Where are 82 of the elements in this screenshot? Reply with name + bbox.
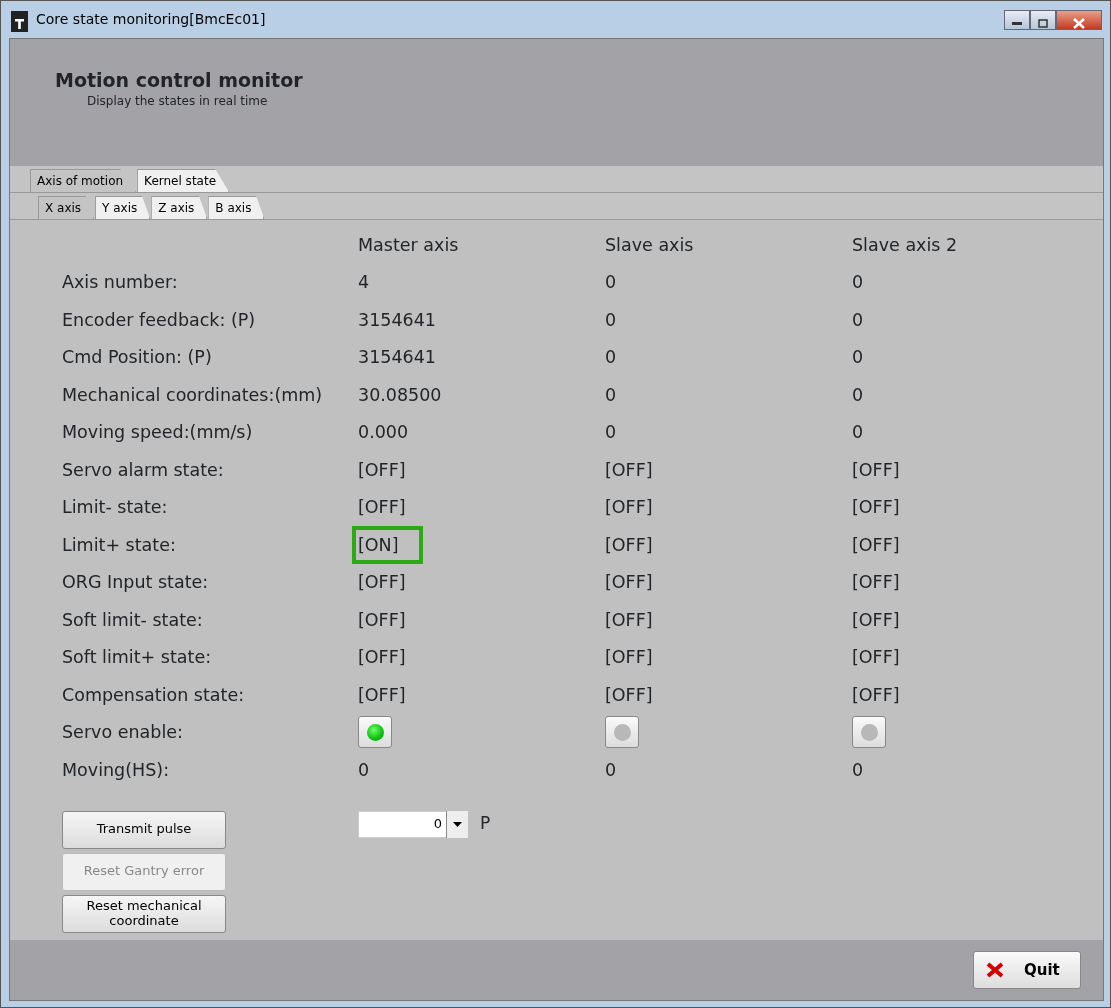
tab[interactable]: Y axis [95, 196, 151, 219]
row-label: Compensation state: [62, 683, 245, 707]
tab[interactable]: Z axis [151, 196, 208, 219]
value-text: 0 [604, 421, 618, 445]
tab[interactable]: Axis of motion [30, 169, 137, 192]
header-title: Motion control monitor [55, 69, 304, 92]
row-label: Cmd Position: (P) [62, 346, 212, 370]
maximize-button[interactable] [1030, 9, 1056, 30]
value-text: 0 [851, 346, 865, 370]
tab[interactable]: Kernel state [137, 169, 230, 192]
action-button[interactable]: Transmit pulse [62, 810, 226, 849]
value-text: [OFF] [604, 496, 654, 520]
tab[interactable]: X axis [38, 196, 95, 219]
row-label: Limit+ state: [62, 533, 176, 557]
value-text: [OFF] [604, 458, 654, 482]
value-text: [OFF] [604, 683, 654, 707]
value-text: 0 [604, 758, 618, 782]
value-text: [OFF] [851, 683, 901, 707]
header-subtitle: Display the states in real time [86, 92, 269, 110]
maximize-icon [1038, 18, 1048, 28]
row-label: Encoder feedback: (P) [62, 308, 256, 332]
close-button[interactable] [1056, 9, 1102, 30]
value-text: [OFF] [604, 646, 654, 670]
value-text: [OFF] [357, 608, 407, 632]
value-text: [OFF] [357, 683, 407, 707]
column-header: Slave axis [605, 233, 694, 257]
minimize-icon [1012, 21, 1022, 25]
cross-icon [986, 962, 1004, 978]
value-text: [OFF] [851, 533, 901, 557]
indicator-button[interactable] [605, 716, 639, 749]
value-text: 3154641 [357, 346, 437, 370]
indicator-button[interactable] [358, 716, 392, 749]
unit-label: P [480, 812, 491, 836]
tab[interactable]: B axis [208, 196, 265, 219]
value-text: [OFF] [357, 458, 407, 482]
value-text: 0.000 [357, 421, 410, 445]
value-text: 0 [604, 271, 618, 295]
value-text: 0 [851, 308, 865, 332]
value-text: [OFF] [604, 571, 654, 595]
quit-button[interactable]: Quit [973, 951, 1081, 989]
value-text: 0 [604, 383, 618, 407]
input-field[interactable]: 0 [358, 810, 446, 838]
value-text: 0 [851, 383, 865, 407]
value-text: 0 [357, 758, 371, 782]
value-text: 0 [851, 421, 865, 445]
value-text: 0 [851, 271, 865, 295]
row-label: Moving speed:(mm/s) [62, 421, 253, 445]
minimize-button[interactable] [1004, 9, 1030, 30]
value-text: 0 [604, 346, 618, 370]
value-text: [OFF] [357, 646, 407, 670]
action-button[interactable]: Reset mechanical coordinate [62, 894, 226, 933]
column-header: Slave axis 2 [852, 233, 958, 257]
value-text: [OFF] [604, 533, 654, 557]
row-label: Moving(HS): [62, 758, 170, 782]
close-icon [1073, 17, 1085, 29]
value-text: 4 [357, 271, 371, 295]
value-text: [OFF] [604, 608, 654, 632]
value-text: [OFF] [851, 608, 901, 632]
column-header: Master axis [358, 233, 459, 257]
row-label: Mechanical coordinates:(mm) [62, 383, 323, 407]
value-text: [OFF] [851, 571, 901, 595]
row-label: Soft limit- state: [62, 608, 203, 632]
row-label: Servo enable: [62, 721, 183, 745]
value-text: 0 [851, 758, 865, 782]
window-title: Core state monitoring[BmcEc01] [36, 10, 266, 29]
value-text: [OFF] [851, 496, 901, 520]
row-label: Servo alarm state: [62, 458, 224, 482]
dropdown-button[interactable] [446, 810, 468, 838]
value-text: [ON] [352, 525, 423, 564]
indicator-button[interactable] [852, 716, 886, 749]
caret-icon [453, 821, 462, 827]
row-label: Axis number: [62, 271, 178, 295]
value-text: [OFF] [357, 496, 407, 520]
value-text: [OFF] [851, 458, 901, 482]
row-label: Limit- state: [62, 496, 168, 520]
value-text: [OFF] [357, 571, 407, 595]
value-text: 0 [604, 308, 618, 332]
value-text: 3154641 [357, 308, 437, 332]
value-text: [OFF] [851, 646, 901, 670]
row-label: ORG Input state: [62, 571, 209, 595]
row-label: Soft limit+ state: [62, 646, 212, 670]
value-text: 30.08500 [357, 383, 443, 407]
